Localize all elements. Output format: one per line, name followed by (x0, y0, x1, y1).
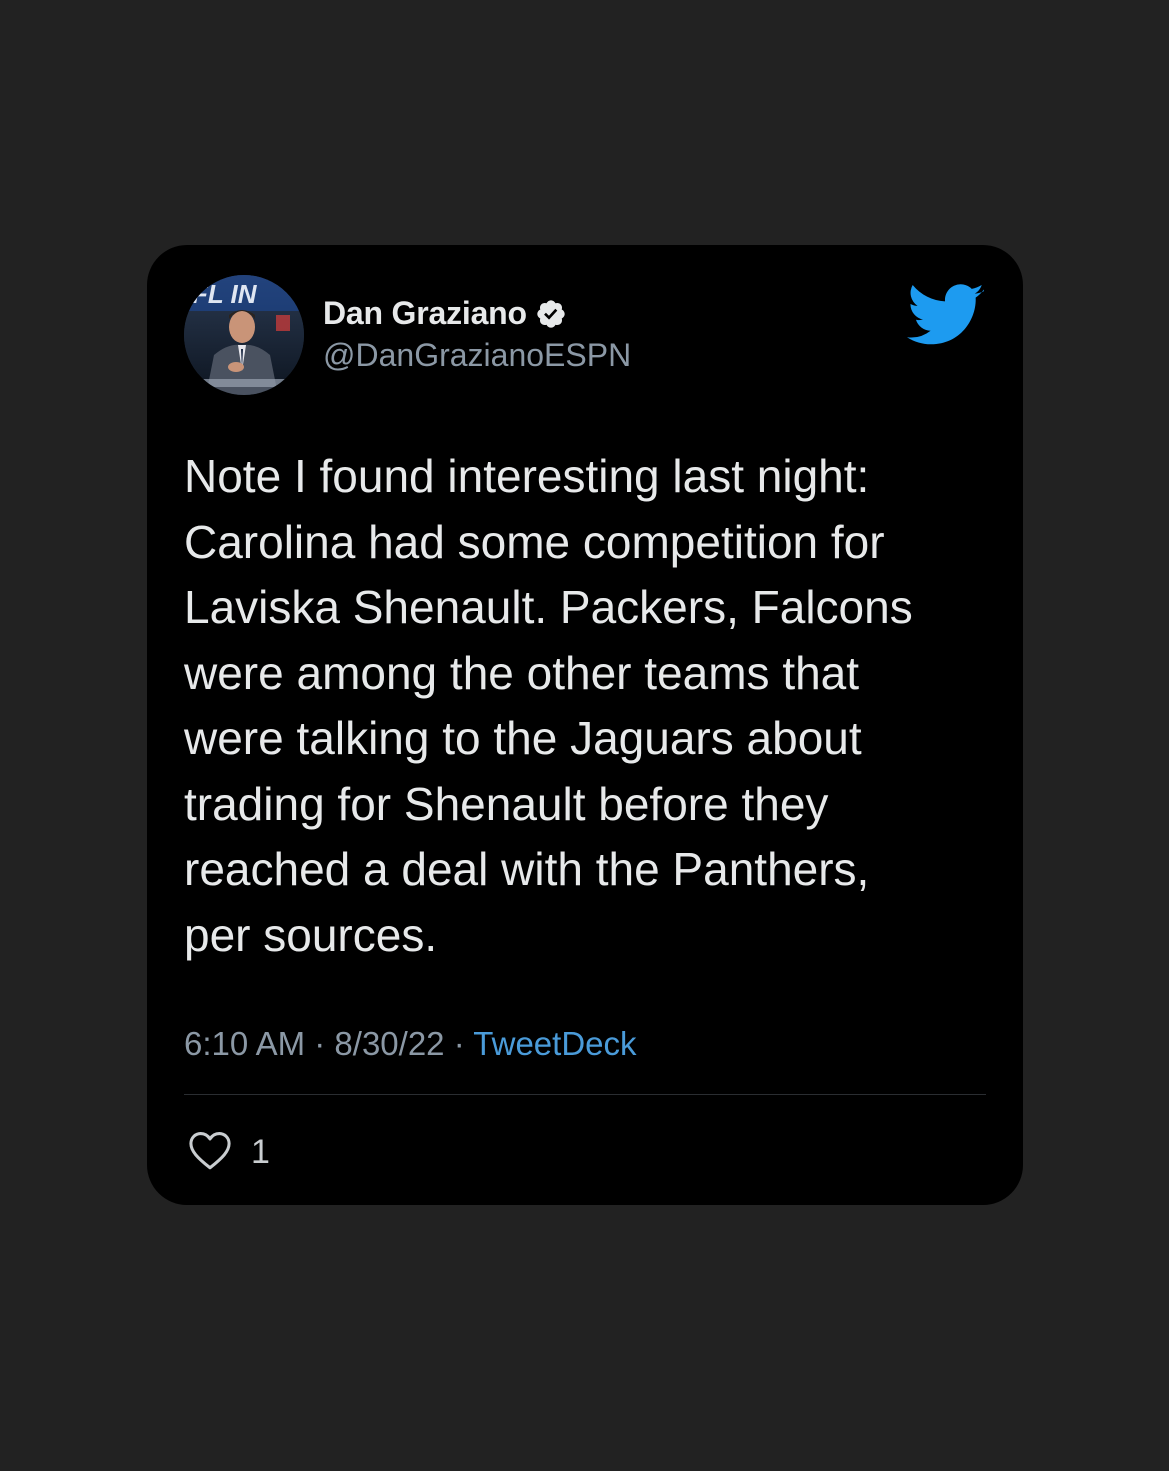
meta-separator: · (314, 1025, 326, 1062)
tweet-time[interactable]: 6:10 AM (184, 1025, 305, 1062)
avatar-photo: FL IN (184, 275, 304, 395)
author-name-row: Dan Graziano (323, 295, 567, 332)
author-handle[interactable]: @DanGrazianoESPN (323, 337, 631, 374)
heart-icon (189, 1132, 231, 1170)
twitter-bird-icon[interactable] (907, 283, 985, 349)
tweet-card: FL IN Dan Graziano @DanGrazianoESPN Note… (147, 245, 1023, 1205)
tweet-source-link[interactable]: TweetDeck (473, 1025, 636, 1062)
tweet-metadata: 6:10 AM · 8/30/22 · TweetDeck (184, 1025, 637, 1063)
tweet-text: Note I found interesting last night: Car… (184, 450, 913, 961)
avatar[interactable]: FL IN (184, 275, 304, 395)
like-count: 1 (251, 1133, 270, 1171)
author-name[interactable]: Dan Graziano (323, 295, 527, 332)
tweet-date[interactable]: 8/30/22 (334, 1025, 444, 1062)
verified-badge-icon (535, 298, 567, 330)
svg-text:FL IN: FL IN (192, 279, 258, 309)
likes-row: 1 (187, 1129, 270, 1176)
meta-separator: · (453, 1025, 465, 1062)
like-button[interactable] (187, 1129, 233, 1176)
divider (184, 1094, 986, 1095)
